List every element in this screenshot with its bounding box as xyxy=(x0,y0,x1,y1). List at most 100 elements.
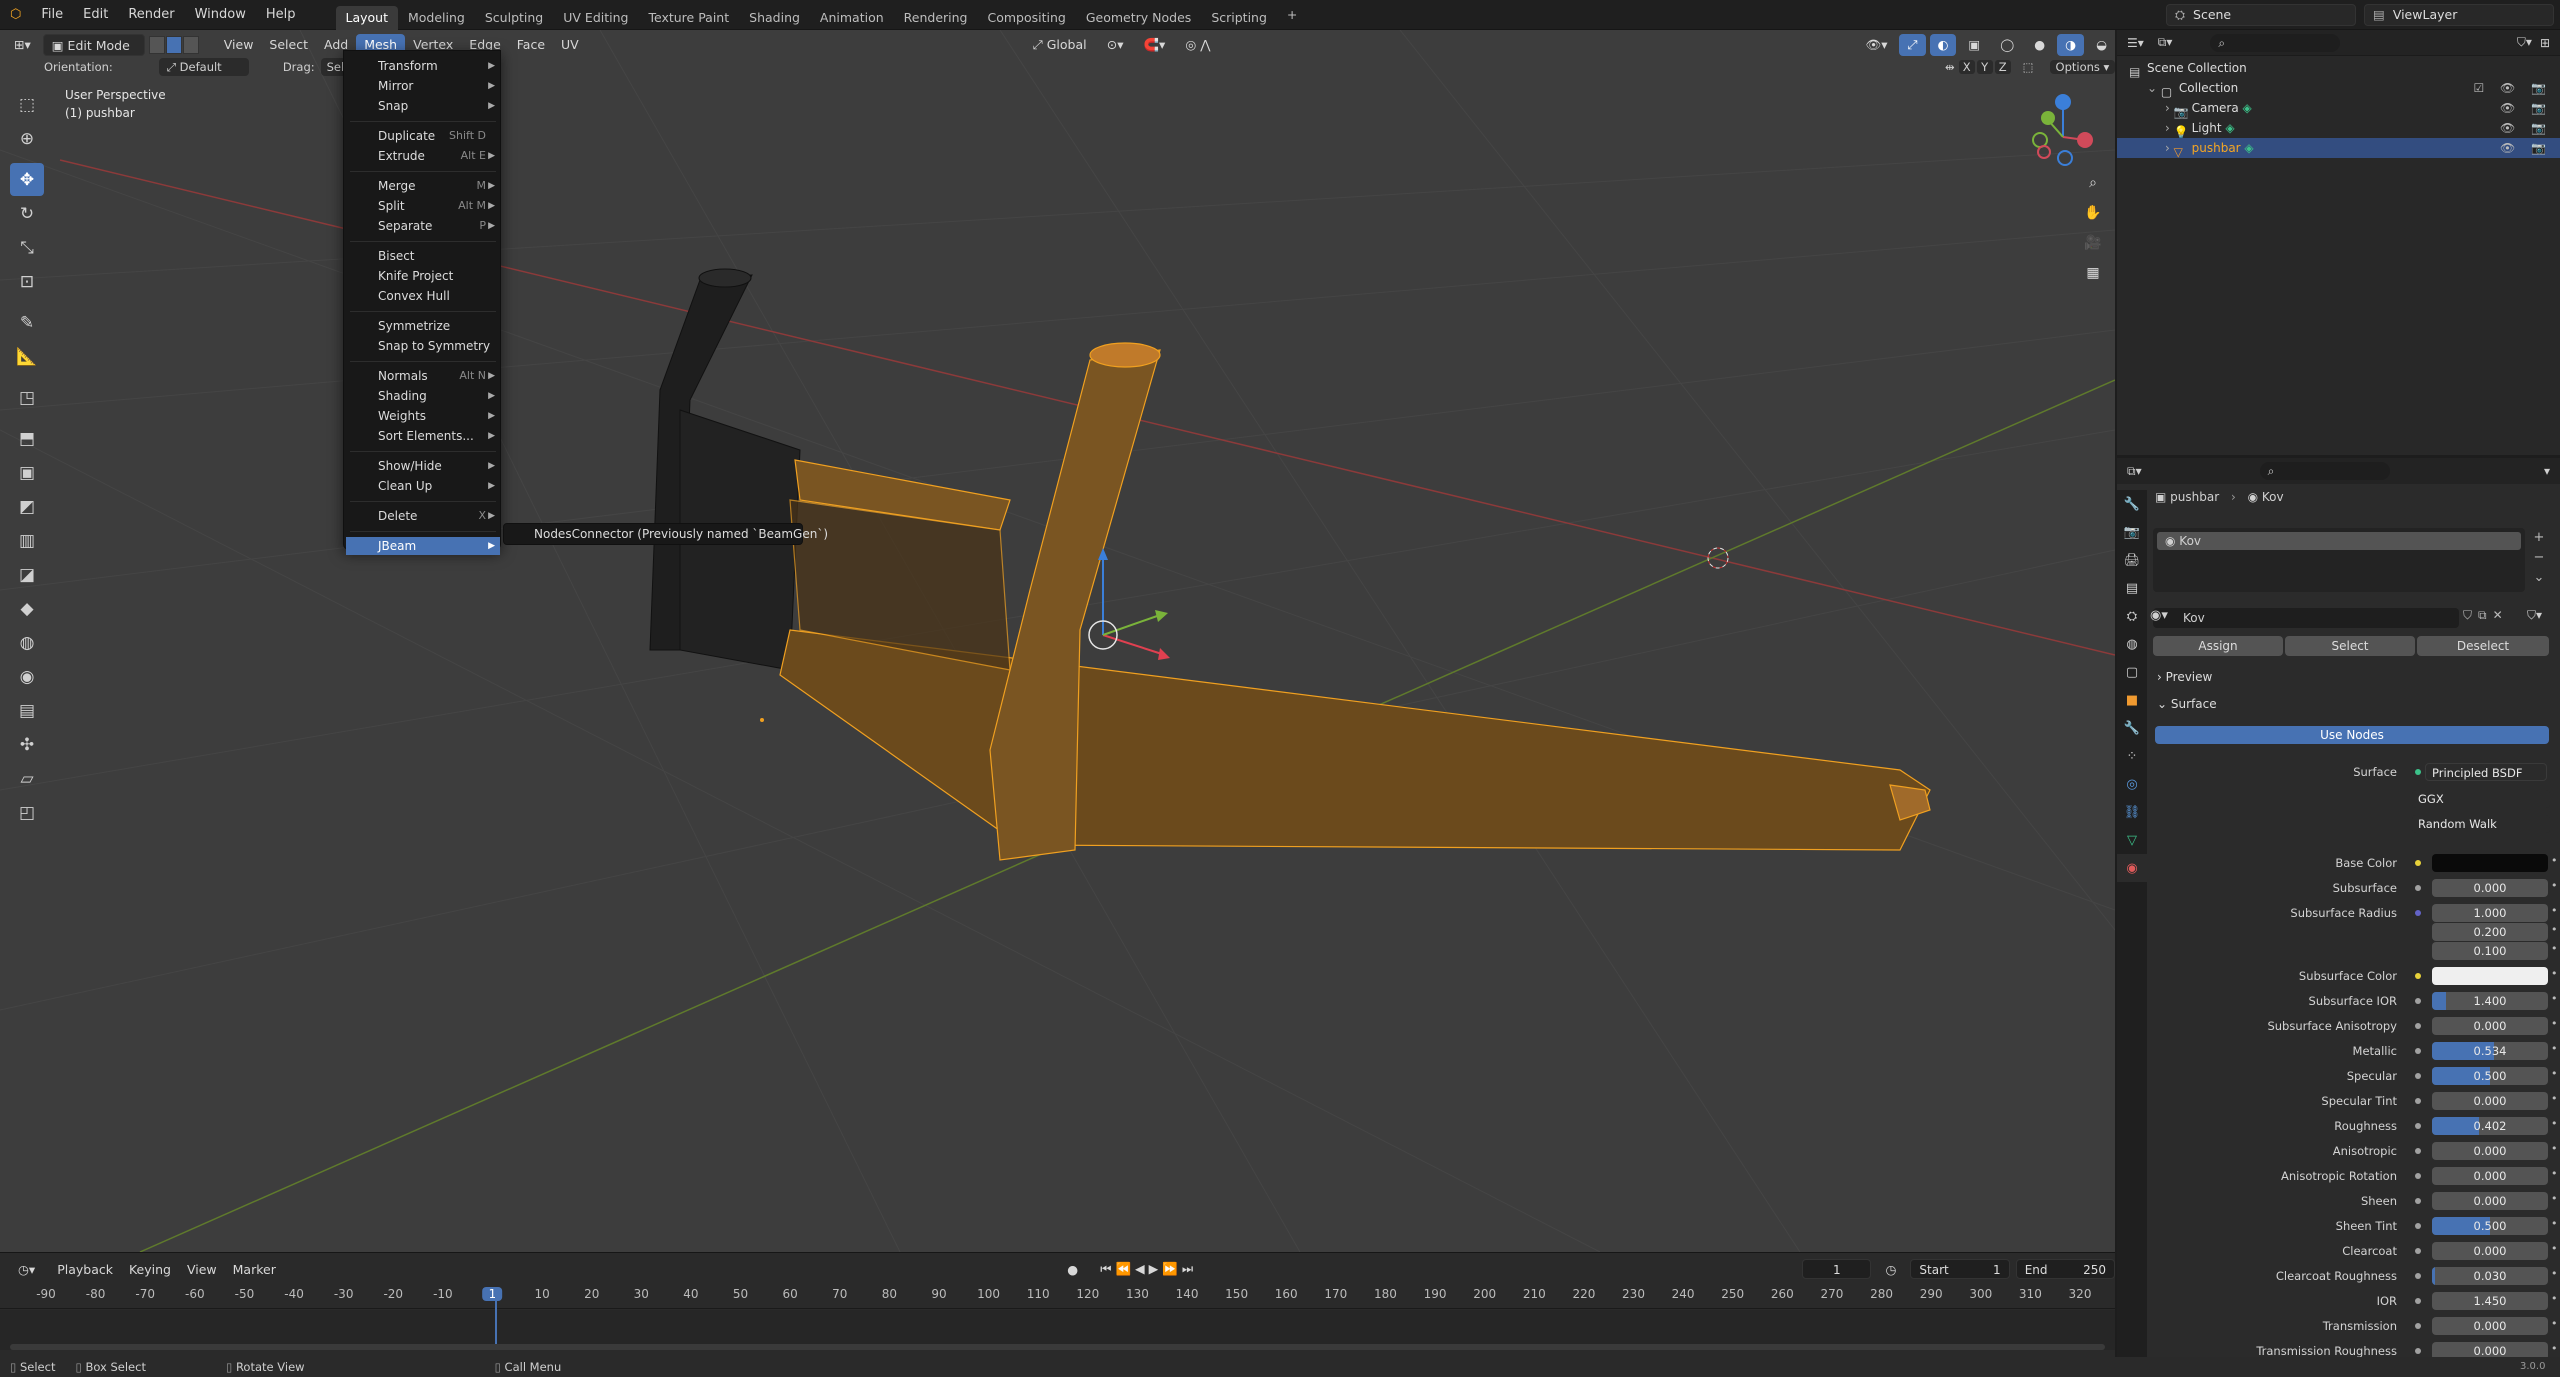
mesh-menu-item-jbeam[interactable]: JBeam ▶ xyxy=(346,537,500,555)
visibility-icon[interactable]: 👁▾ xyxy=(1857,34,1895,56)
workspace-tab-compositing[interactable]: Compositing xyxy=(978,6,1076,30)
add-cube-icon[interactable]: ◳ xyxy=(10,381,44,414)
clearcoat-roughness-field[interactable]: 0.030 xyxy=(2432,1267,2548,1285)
cursor-icon[interactable]: ⊕ xyxy=(10,122,44,155)
shading-solid-icon[interactable]: ● xyxy=(2026,34,2053,56)
viewport-menu-face[interactable]: Face xyxy=(509,34,553,56)
shrink-fatten-icon[interactable]: ✣ xyxy=(10,728,44,761)
collapsed-chevron-icon[interactable]: › xyxy=(2165,141,2174,155)
view-layer-selector[interactable]: ▤ ViewLayer xyxy=(2364,3,2554,26)
spin-icon[interactable]: ◍ xyxy=(10,626,44,659)
proportional-edit-icon[interactable]: ◎ ⋀ xyxy=(1177,34,1218,56)
mirror-axis-y[interactable]: Y xyxy=(1976,60,1993,74)
viewport-menu-uv[interactable]: UV xyxy=(553,34,587,56)
mesh-menu-item-transform[interactable]: Transform ▶ xyxy=(346,57,500,75)
socket-dot-icon[interactable] xyxy=(2415,1123,2421,1129)
scene-selector[interactable]: ⛭ Scene xyxy=(2166,3,2356,26)
socket-dot-icon[interactable] xyxy=(2415,1198,2421,1204)
anisotropic-rotation-field[interactable]: 0.000 xyxy=(2432,1167,2548,1185)
socket-dot-icon[interactable] xyxy=(2415,1048,2421,1054)
ior-field[interactable]: 1.450 xyxy=(2432,1292,2548,1310)
view-layer-tab-icon[interactable]: ▤ xyxy=(2117,574,2147,602)
keyframe-dot-icon[interactable]: • xyxy=(2551,1242,2558,1255)
timeline-track-area[interactable] xyxy=(0,1288,2115,1350)
socket-dot-icon[interactable] xyxy=(2415,910,2421,916)
mesh-menu-item-extrude[interactable]: Extrude Alt E ▶ xyxy=(346,147,500,165)
smooth-icon[interactable]: ◉ xyxy=(10,660,44,693)
particles-tab-icon[interactable]: ⁘ xyxy=(2117,742,2147,770)
workspace-tab-geometry-nodes[interactable]: Geometry Nodes xyxy=(1076,6,1201,30)
inset-icon[interactable]: ▣ xyxy=(10,456,44,489)
world-tab-icon[interactable]: ◍ xyxy=(2117,630,2147,658)
outliner-editor-type-icon[interactable]: ☰▾ xyxy=(2127,36,2144,50)
outliner-row-light[interactable]: › 💡 Light ◈ 👁 📷 xyxy=(2117,118,2560,139)
3d-viewport[interactable]: User Perspective (1) pushbar ⌕ ✋ 🎥 ▦ xyxy=(0,30,2115,1252)
properties-options-icon[interactable]: ▾ xyxy=(2544,464,2550,478)
edge-select-icon[interactable] xyxy=(165,36,182,54)
mesh-menu-item-split[interactable]: Split Alt M ▶ xyxy=(346,197,500,215)
material-tab-icon[interactable]: ◉ xyxy=(2117,854,2147,882)
clearcoat-field[interactable]: 0.000 xyxy=(2432,1242,2548,1260)
keyframe-dot-icon[interactable]: • xyxy=(2551,942,2558,955)
socket-dot-icon[interactable] xyxy=(2415,1023,2421,1029)
mirror-axis-z[interactable]: Z xyxy=(1994,60,2011,74)
keyframe-dot-icon[interactable]: • xyxy=(2551,1317,2558,1330)
pan-hand-icon[interactable]: ✋ xyxy=(2080,200,2106,226)
outliner-row-collection[interactable]: ⌄ ▢ Collection ☑ 👁 📷 xyxy=(2117,78,2560,99)
xray-icon[interactable]: ▣ xyxy=(1960,34,1988,56)
socket-dot-icon[interactable] xyxy=(2415,1348,2421,1354)
visibility-toggle-icons[interactable]: ☑ 👁 📷 xyxy=(2473,78,2552,98)
keyframe-dot-icon[interactable]: • xyxy=(2551,1017,2558,1030)
current-frame-field[interactable]: 1 xyxy=(1802,1259,1872,1279)
mesh-menu-item-snap[interactable]: Snap ▶ xyxy=(346,97,500,115)
socket-dot-icon[interactable] xyxy=(2415,1223,2421,1229)
outliner-row-pushbar[interactable]: › ▽ pushbar ◈ 👁 📷 xyxy=(2117,138,2560,159)
viewport-menu-select[interactable]: Select xyxy=(261,34,316,56)
socket-dot-icon[interactable] xyxy=(2415,1098,2421,1104)
keyframe-dot-icon[interactable]: • xyxy=(2551,1117,2558,1130)
extrude-icon[interactable]: ⬒ xyxy=(10,422,44,455)
render-tab-icon[interactable]: 📷 xyxy=(2117,518,2147,546)
keyframe-dot-icon[interactable]: • xyxy=(2551,992,2558,1005)
shading-rendered-icon[interactable]: ◒ xyxy=(2088,34,2115,56)
knife-icon[interactable]: ◪ xyxy=(10,558,44,591)
orientation-dropdown[interactable]: ⤢ Default xyxy=(158,58,249,76)
end-frame-field[interactable]: End 250 xyxy=(2015,1259,2115,1279)
mesh-menu-item-sort-elements[interactable]: Sort Elements... ▶ xyxy=(346,427,500,445)
loop-cut-icon[interactable]: ▥ xyxy=(10,524,44,557)
mode-dropdown[interactable]: ▣ Edit Mode xyxy=(42,34,145,56)
workspace-tab-rendering[interactable]: Rendering xyxy=(894,6,978,30)
socket-dot-icon[interactable] xyxy=(2415,860,2421,866)
workspace-tab-uv-editing[interactable]: UV Editing xyxy=(553,6,638,30)
workspace-tab-animation[interactable]: Animation xyxy=(810,6,894,30)
annotate-icon[interactable]: ✎ xyxy=(10,306,44,339)
mesh-menu-item-weights[interactable]: Weights ▶ xyxy=(346,407,500,425)
sheen-field[interactable]: 0.000 xyxy=(2432,1192,2548,1210)
playback-controls-icon[interactable]: ⏮⏪◀▶⏩⏭ xyxy=(1092,1261,1205,1277)
keyframe-dot-icon[interactable]: • xyxy=(2551,1142,2558,1155)
record-icon[interactable]: ● xyxy=(1059,1262,1086,1277)
filter-icon[interactable]: ⛉▾ xyxy=(2517,35,2532,50)
object-tab-icon[interactable]: ■ xyxy=(2117,686,2147,714)
subsurface-radius-component-field[interactable]: 0.100 xyxy=(2432,942,2548,960)
keyframe-dot-icon[interactable]: • xyxy=(2551,1042,2558,1055)
blender-logo-icon[interactable]: ⬡ xyxy=(0,0,31,30)
camera-view-icon[interactable]: 🎥 xyxy=(2080,230,2106,256)
subsurface-ior-field[interactable]: 1.400 xyxy=(2432,992,2548,1010)
keyframe-dot-icon[interactable]: • xyxy=(2551,1267,2558,1280)
menu-edit[interactable]: Edit xyxy=(73,0,118,30)
mirror-axis-x[interactable]: X xyxy=(1958,60,1975,74)
workspace-tab-modeling[interactable]: Modeling xyxy=(398,6,475,30)
mesh-menu-item-snap-to-symmetry[interactable]: Snap to Symmetry xyxy=(346,337,500,355)
mesh-menu-item-delete[interactable]: Delete X ▶ xyxy=(346,507,500,525)
socket-dot-icon[interactable] xyxy=(2415,1073,2421,1079)
menu-help[interactable]: Help xyxy=(256,0,306,30)
perspective-grid-icon[interactable]: ▦ xyxy=(2080,260,2106,286)
keyframe-dot-icon[interactable]: • xyxy=(2551,1067,2558,1080)
anisotropic-field[interactable]: 0.000 xyxy=(2432,1142,2548,1160)
options-button[interactable]: Options ▾ xyxy=(2049,60,2116,74)
nodes-connector-item[interactable]: NodesConnector (Previously named `BeamGe… xyxy=(534,527,828,541)
transform-icon[interactable]: ⊡ xyxy=(10,265,44,298)
snap-icon[interactable]: 🧲▾ xyxy=(1135,34,1173,56)
mesh-menu-item-bisect[interactable]: Bisect xyxy=(346,247,500,265)
